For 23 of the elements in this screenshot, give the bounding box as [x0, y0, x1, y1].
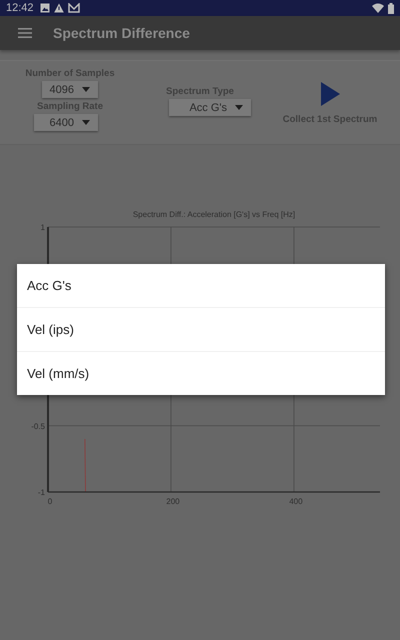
battery-icon	[388, 2, 394, 14]
screen-title: Spectrum Difference	[53, 25, 190, 41]
x-tick-label: 200	[166, 497, 180, 506]
play-button[interactable]	[320, 82, 340, 106]
x-tick-label: 400	[289, 497, 303, 506]
caret-icon	[82, 120, 90, 125]
y-tick-label: -1	[38, 488, 45, 497]
menu-icon[interactable]	[18, 28, 32, 38]
menu-option[interactable]: Vel (ips)	[17, 307, 385, 351]
caret-icon	[82, 87, 90, 92]
difference-line	[84, 438, 86, 492]
wifi-icon	[372, 3, 384, 13]
menu-option[interactable]: Acc G's	[17, 264, 385, 307]
menu-option[interactable]: Vel (mm/s)	[17, 351, 385, 395]
warning-icon	[54, 3, 64, 13]
caret-icon	[235, 105, 243, 110]
image-notification-icon	[40, 3, 50, 13]
chart-title: Spectrum Diff.: Acceleration [G's] vs Freq [Hz]	[132, 210, 296, 219]
mail-icon	[68, 3, 80, 13]
x-tick-label: 0	[48, 497, 52, 506]
y-tick-label: 1	[40, 223, 45, 232]
y-tick-label: -0.5	[31, 422, 45, 431]
clock: 12:42	[6, 2, 34, 14]
